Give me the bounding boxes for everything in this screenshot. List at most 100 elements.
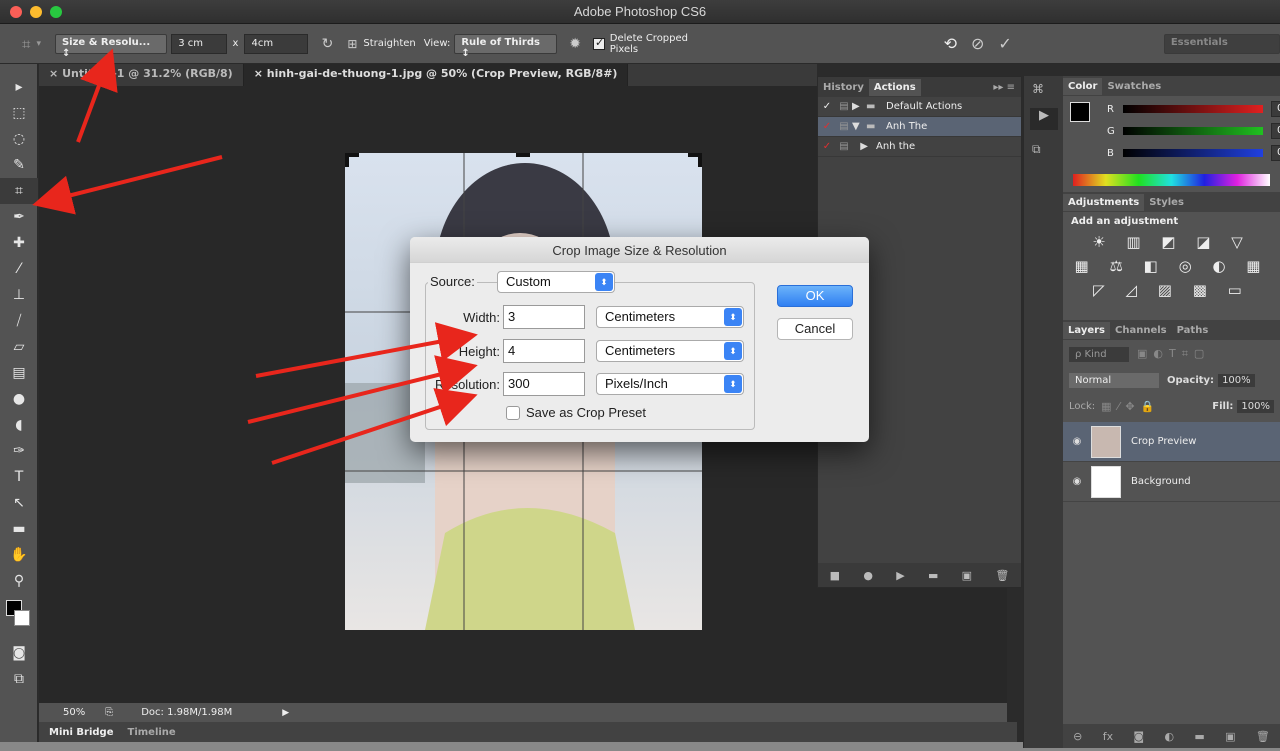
color-slider-g[interactable]: G0 (1097, 120, 1280, 142)
layer-name[interactable]: Background (1131, 476, 1191, 487)
history-panel-icon[interactable]: ⌘ (1032, 82, 1056, 100)
new-action-icon[interactable]: ▣ (962, 569, 972, 582)
lock-icons[interactable]: ▦⁄✥🔒 (1101, 400, 1160, 413)
dialog-toggle-icon[interactable]: ▤ (836, 141, 852, 152)
record-icon[interactable]: ● (863, 569, 873, 582)
crop-handle-top-center[interactable] (516, 153, 530, 157)
collapse-icon[interactable]: ▼ (852, 121, 866, 132)
action-row-anh-the-set[interactable]: ✓ ▤ ▼ ▬ Anh The (818, 117, 1021, 137)
adjustment-layer-icon[interactable]: ◐ (1164, 730, 1174, 743)
toggle-check-icon[interactable]: ✓ (818, 101, 836, 112)
blend-mode-select[interactable]: Normal (1069, 372, 1159, 388)
expand-icon[interactable]: ▶ (852, 101, 866, 112)
eye-icon[interactable]: ◉ (1063, 476, 1091, 487)
straighten-button[interactable]: Straighten (363, 38, 415, 49)
tab-paths[interactable]: Paths (1172, 322, 1214, 339)
zoom-tool-icon[interactable]: ⚲ (0, 568, 38, 594)
tab-styles[interactable]: Styles (1144, 194, 1189, 211)
eraser-tool-icon[interactable]: ▱ (0, 334, 38, 360)
marquee-tool-icon[interactable]: ⬚ (0, 100, 38, 126)
level-icon[interactable]: ⊞ (347, 37, 357, 51)
move-tool-icon[interactable]: ▸ (0, 74, 38, 100)
screen-mode-icon[interactable]: ⧉ (0, 666, 38, 692)
channel-value-field[interactable]: 0 (1271, 101, 1280, 117)
delete-cropped-checkbox[interactable] (592, 36, 605, 50)
channel-ramp[interactable] (1123, 105, 1263, 113)
tab-color[interactable]: Color (1063, 77, 1103, 95)
zoom-level[interactable]: 50% (63, 707, 85, 718)
tool-preset-dropdown[interactable]: ▾ (36, 39, 41, 49)
tab-mini-bridge[interactable]: Mini Bridge (49, 727, 114, 738)
width-field[interactable]: 3 (503, 305, 585, 329)
crop-tool-button-icon[interactable]: ⌗ (0, 178, 38, 204)
tab-actions[interactable]: Actions (868, 78, 921, 96)
type-tool-icon[interactable]: T (0, 464, 38, 490)
height-field[interactable]: 4 (503, 339, 585, 363)
add-mask-icon[interactable]: ◙ (1133, 730, 1144, 743)
action-row-anh-the[interactable]: ✓ ▤ ▶ Anh the (818, 137, 1021, 157)
layer-kind-filter[interactable]: ρ Kind (1069, 346, 1129, 362)
delete-layer-icon[interactable]: 🗑 (1256, 730, 1270, 743)
crop-tool-icon[interactable]: ⌗ (22, 35, 30, 53)
close-tab-icon[interactable]: × (254, 67, 263, 80)
trash-icon[interactable]: 🗑 (995, 569, 1009, 582)
crop-handle-top-right-v[interactable] (698, 153, 702, 167)
hand-tool-icon[interactable]: ✋ (0, 542, 38, 568)
overlay-view-select[interactable]: Rule of Thirds ↕ (454, 33, 558, 59)
channel-value-field[interactable]: 0 (1271, 145, 1280, 161)
blur-tool-icon[interactable]: ● (0, 386, 38, 412)
width-unit-select[interactable]: Centimeters ⬍ (596, 306, 744, 328)
background-color-swatch[interactable] (14, 610, 30, 626)
reset-crop-icon[interactable]: ⟲ (944, 34, 957, 53)
tab-history[interactable]: History (818, 79, 869, 96)
channel-ramp[interactable] (1123, 127, 1263, 135)
close-tab-icon[interactable]: × (49, 67, 58, 80)
commit-crop-icon[interactable]: ✓ (998, 34, 1011, 53)
source-select[interactable]: Custom ⬍ (497, 271, 615, 293)
tab-timeline[interactable]: Timeline (128, 727, 176, 738)
adjustment-icons-row-2[interactable]: ▦ ⚖ ◧ ◎ ◐ ▦ (1071, 257, 1272, 275)
eyedropper-tool-icon[interactable]: ✒ (0, 204, 38, 230)
panel-menu-icon[interactable]: ▸▸ ≡ (993, 82, 1015, 93)
path-selection-tool-icon[interactable]: ↖ (0, 490, 38, 516)
resolution-unit-select[interactable]: Pixels/Inch ⬍ (596, 373, 744, 395)
cancel-crop-icon[interactable]: ⊘ (971, 34, 984, 53)
toggle-check-icon[interactable]: ✓ (818, 121, 836, 132)
resolution-field[interactable]: 300 (503, 372, 585, 396)
new-group-icon[interactable]: ▬ (1194, 730, 1204, 743)
quick-mask-icon[interactable]: ◙ (0, 640, 38, 666)
layer-name[interactable]: Crop Preview (1131, 436, 1196, 447)
history-brush-tool-icon[interactable]: ⧸ (0, 308, 38, 334)
adjustment-icons-row-1[interactable]: ☀ ▥ ◩ ◪ ▽ (1071, 233, 1272, 251)
new-set-icon[interactable]: ▬ (928, 569, 938, 582)
play-icon[interactable]: ▶ (896, 569, 904, 582)
save-preset-checkbox[interactable] (506, 406, 520, 420)
color-swatches[interactable] (0, 594, 37, 640)
color-slider-b[interactable]: B0 (1097, 142, 1280, 164)
tab-channels[interactable]: Channels (1110, 322, 1172, 339)
rectangle-tool-icon[interactable]: ▬ (0, 516, 38, 542)
tab-layers[interactable]: Layers (1063, 321, 1110, 339)
height-unit-select[interactable]: Centimeters ⬍ (596, 340, 744, 362)
layer-filter-icons[interactable]: ▣◐T⌗▢ (1137, 347, 1210, 361)
stop-icon[interactable]: ■ (830, 569, 840, 582)
gradient-tool-icon[interactable]: ▤ (0, 360, 38, 386)
workspace-select[interactable]: Essentials (1163, 33, 1280, 54)
dialog-toggle-icon[interactable]: ▤ (836, 121, 852, 132)
color-slider-r[interactable]: R0 (1097, 98, 1280, 120)
dodge-tool-icon[interactable]: ◖ (0, 412, 38, 438)
document-tab-active[interactable]: × hinh-gai-de-thuong-1.jpg @ 50% (Crop P… (243, 64, 629, 86)
toggle-check-icon[interactable]: ✓ (818, 141, 836, 152)
status-export-icon[interactable]: ⎘ (105, 707, 113, 718)
clone-stamp-tool-icon[interactable]: ⊥ (0, 282, 38, 308)
status-menu-arrow-icon[interactable]: ▶ (282, 708, 289, 718)
lasso-tool-icon[interactable]: ◌ (0, 126, 38, 152)
new-layer-icon[interactable]: ▣ (1225, 730, 1235, 743)
action-row-default[interactable]: ✓ ▤ ▶ ▬ Default Actions (818, 97, 1021, 117)
tab-swatches[interactable]: Swatches (1102, 78, 1166, 95)
eye-icon[interactable]: ◉ (1063, 436, 1091, 447)
brush-tool-icon[interactable]: ⁄ (0, 256, 38, 282)
fill-field[interactable]: 100% (1237, 399, 1274, 413)
adjustment-icons-row-3[interactable]: ◸ ◿ ▨ ▩ ▭ (1071, 281, 1272, 299)
gear-icon[interactable]: ✹ (569, 36, 581, 52)
